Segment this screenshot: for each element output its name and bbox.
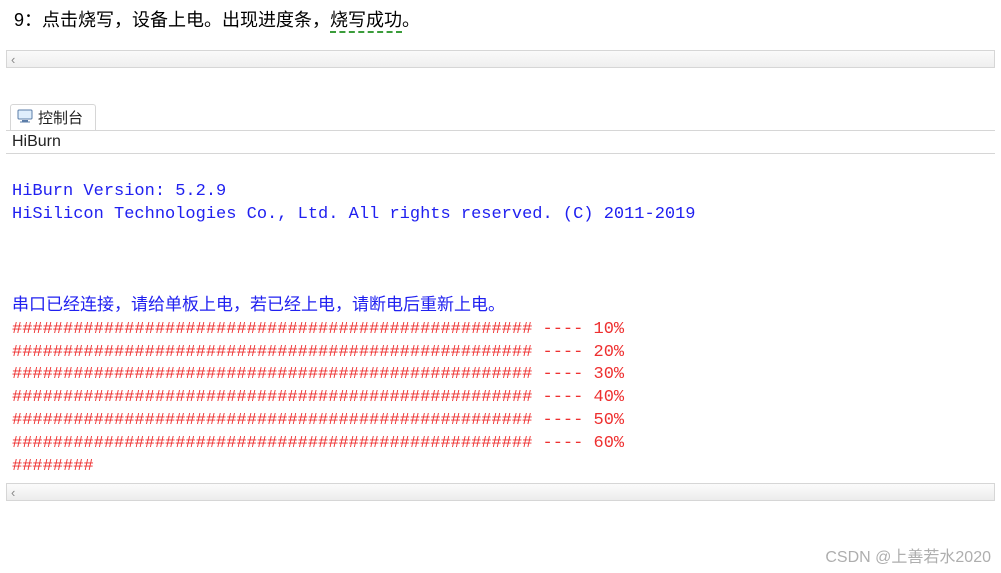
tab-console[interactable]: 控制台: [10, 104, 96, 130]
progress-line: ########################################…: [12, 388, 624, 407]
instruction-highlight: 烧写成功: [330, 10, 402, 33]
progress-line: ########################################…: [12, 434, 624, 453]
instruction-prefix: 9：点击烧写，设备上电。出现进度条，: [14, 10, 330, 30]
console-version-line: HiBurn Version: 5.2.9: [12, 182, 226, 201]
tab-bar: 控制台: [6, 104, 995, 131]
console-connect-msg: 串口已经连接，请给单板上电，若已经上电，请断电后重新上电。: [12, 297, 505, 316]
progress-line: ########################################…: [12, 411, 624, 430]
progress-line: ########################################…: [12, 320, 624, 339]
console-output: HiBurn Version: 5.2.9 HiSilicon Technolo…: [6, 154, 995, 483]
horizontal-scrollbar-bottom[interactable]: ‹: [6, 483, 995, 501]
console-subheader: HiBurn: [6, 131, 995, 154]
monitor-icon: [17, 109, 33, 127]
progress-line: ########: [12, 457, 94, 476]
progress-line: ########################################…: [12, 365, 624, 384]
step-instruction: 9：点击烧写，设备上电。出现进度条，烧写成功。: [0, 0, 1001, 42]
console-copyright-line: HiSilicon Technologies Co., Ltd. All rig…: [12, 205, 696, 224]
progress-line: ########################################…: [12, 343, 624, 362]
tab-console-label: 控制台: [38, 107, 83, 128]
watermark: CSDN @上善若水2020: [825, 543, 991, 567]
scroll-left-icon[interactable]: ‹: [11, 485, 15, 500]
horizontal-scrollbar-top[interactable]: ‹: [6, 50, 995, 68]
instruction-suffix: 。: [402, 10, 420, 30]
scroll-left-icon[interactable]: ‹: [11, 52, 15, 67]
